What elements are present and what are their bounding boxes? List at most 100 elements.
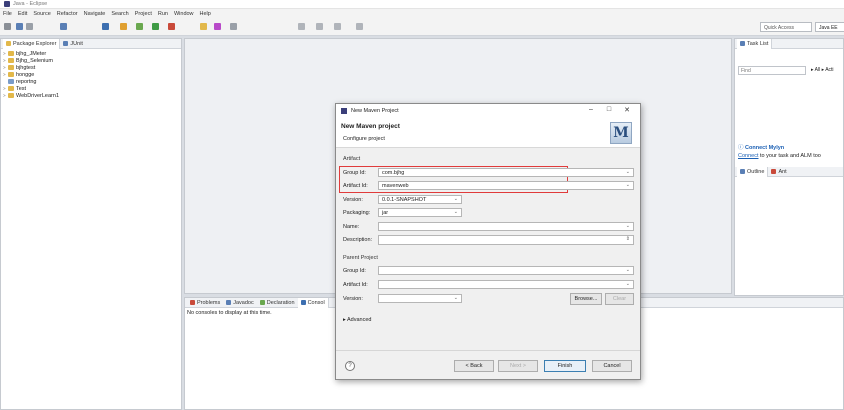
forward-nav-icon[interactable] <box>356 23 363 30</box>
run-icon[interactable] <box>152 23 159 30</box>
prev-annotation-icon[interactable] <box>316 23 323 30</box>
task-filter[interactable]: ▸ All ▸ Acti <box>811 67 834 73</box>
dialog-app-icon <box>341 108 347 114</box>
next-annotation-icon[interactable] <box>298 23 305 30</box>
tree-item-test[interactable]: > Test <box>3 85 179 92</box>
menu-edit[interactable]: Edit <box>18 11 27 17</box>
parent-version-label: Version: <box>343 296 363 302</box>
expand-arrow-icon: ▸ <box>343 317 346 323</box>
back-button[interactable]: < Back <box>454 360 494 372</box>
window-titlebar: Java - Eclipse <box>0 0 844 9</box>
toggle-icon[interactable] <box>120 23 127 30</box>
menu-refactor[interactable]: Refactor <box>57 11 78 17</box>
task-find-input[interactable]: Find <box>738 66 806 75</box>
tab-console[interactable]: Consol <box>297 297 329 308</box>
chevron-down-icon[interactable]: ⌄ <box>626 182 630 188</box>
run-debug-icon[interactable] <box>136 23 143 30</box>
chevron-down-icon[interactable]: ⌄ <box>454 209 458 215</box>
menu-file[interactable]: File <box>3 11 12 17</box>
junit-icon <box>63 41 69 46</box>
maximize-icon[interactable]: □ <box>600 106 618 114</box>
help-icon[interactable]: ? <box>345 361 355 371</box>
cancel-button[interactable]: Cancel <box>592 360 632 372</box>
menu-window[interactable]: Window <box>174 11 194 17</box>
chevron-down-icon[interactable]: ⌄ <box>626 223 630 229</box>
print-icon[interactable] <box>26 23 33 30</box>
project-icon <box>8 65 14 70</box>
outline-icon <box>740 169 745 174</box>
tab-problems[interactable]: Problems <box>187 298 223 308</box>
parent-group-id-field[interactable]: ⌄ <box>378 266 634 275</box>
new-icon[interactable] <box>4 23 11 30</box>
browse-button[interactable]: Browse... <box>570 293 602 305</box>
outline-tabbar: Outline Ant <box>735 166 843 177</box>
tree-item-bjhg-selenium[interactable]: > Bjhg_Selenium <box>3 57 179 64</box>
clear-button[interactable]: Clear <box>605 293 634 305</box>
version-label: Version: <box>343 197 363 203</box>
filter-acti[interactable]: Acti <box>825 67 833 73</box>
packaging-select[interactable]: jar ⌄ <box>378 208 462 217</box>
chevron-down-icon[interactable]: ⌄ <box>626 281 630 287</box>
perspective-java-ee[interactable]: Java EE <box>815 22 844 32</box>
menu-run[interactable]: Run <box>158 11 168 17</box>
chevron-down-icon[interactable]: ⌄ <box>454 295 458 301</box>
chevron-down-icon[interactable]: ⌄ <box>626 267 630 273</box>
tab-javadoc[interactable]: Javadoc <box>223 298 257 308</box>
tab-declaration[interactable]: Declaration <box>257 298 298 308</box>
close-icon[interactable]: ✕ <box>618 106 636 114</box>
menu-project[interactable]: Project <box>135 11 152 17</box>
tree-item-reportng[interactable]: reportng <box>3 78 179 85</box>
info-icon: ⓘ <box>738 145 744 151</box>
filter-all[interactable]: All <box>815 67 821 73</box>
open-task-icon[interactable] <box>214 23 221 30</box>
menu-help[interactable]: Help <box>200 11 211 17</box>
scroll-arrows-icon[interactable]: ⇕ <box>626 236 630 242</box>
parent-group-id-label: Group Id: <box>343 268 366 274</box>
connect-link[interactable]: Connect <box>738 153 759 159</box>
tree-item-hongge[interactable]: > hongge <box>3 71 179 78</box>
menu-navigate[interactable]: Navigate <box>84 11 106 17</box>
quick-access-input[interactable]: Quick Access <box>760 22 812 32</box>
group-id-field[interactable]: com.bjhg ⌄ <box>378 168 634 177</box>
finish-button[interactable]: Finish <box>544 360 586 372</box>
name-label: Name: <box>343 224 360 230</box>
artifact-section-label: Artifact <box>343 156 361 162</box>
window-title: Java - Eclipse <box>13 1 48 7</box>
tab-junit[interactable]: JUnit <box>60 39 86 49</box>
parent-version-field[interactable]: ⌄ <box>378 294 462 303</box>
chevron-down-icon[interactable]: ⌄ <box>454 196 458 202</box>
advanced-toggle[interactable]: ▸ Advanced <box>343 317 371 323</box>
pointer-icon[interactable] <box>102 23 109 30</box>
open-type-icon[interactable] <box>200 23 207 30</box>
name-field[interactable]: ⌄ <box>378 222 634 231</box>
advanced-label: Advanced <box>347 317 372 323</box>
tree-item-bjhgtest[interactable]: > bjhgtest <box>3 64 179 71</box>
version-field[interactable]: 0.0.1-SNAPSHOT ⌄ <box>378 195 462 204</box>
search-icon[interactable] <box>230 23 237 30</box>
debug-icon[interactable] <box>60 23 67 30</box>
tree-item-webdriverlearn1[interactable]: > WebDriverLearn1 <box>3 92 179 99</box>
tree-item-bjhg-jmeter[interactable]: > bjhg_JMeter <box>3 50 179 57</box>
description-field[interactable]: ⇕ <box>378 235 634 245</box>
tab-ant[interactable]: Ant <box>768 167 789 177</box>
project-icon <box>8 79 14 84</box>
dialog-title: New Maven Project <box>351 108 399 114</box>
tab-package-explorer[interactable]: Package Explorer <box>3 38 61 49</box>
external-tools-icon[interactable] <box>168 23 175 30</box>
chevron-down-icon[interactable]: ⌄ <box>626 169 630 175</box>
menu-source[interactable]: Source <box>33 11 50 17</box>
package-explorer-panel: Package Explorer JUnit > bjhg_JMeter > Bjh… <box>0 38 182 410</box>
tab-task-list[interactable]: Task List <box>737 38 773 49</box>
mylyn-text: to your task and ALM too <box>758 153 821 159</box>
menu-search[interactable]: Search <box>111 11 128 17</box>
back-nav-icon[interactable] <box>334 23 341 30</box>
next-button[interactable]: Next > <box>498 360 538 372</box>
save-icon[interactable] <box>16 23 23 30</box>
tab-junit-label: JUnit <box>70 40 83 47</box>
parent-artifact-id-field[interactable]: ⌄ <box>378 280 634 289</box>
artifact-id-field[interactable]: mavenweb ⌄ <box>378 181 634 190</box>
minimize-icon[interactable]: – <box>582 106 600 114</box>
group-id-value: com.bjhg <box>382 170 405 176</box>
package-explorer-tabbar: Package Explorer JUnit <box>1 38 181 49</box>
tab-outline[interactable]: Outline <box>737 166 769 177</box>
